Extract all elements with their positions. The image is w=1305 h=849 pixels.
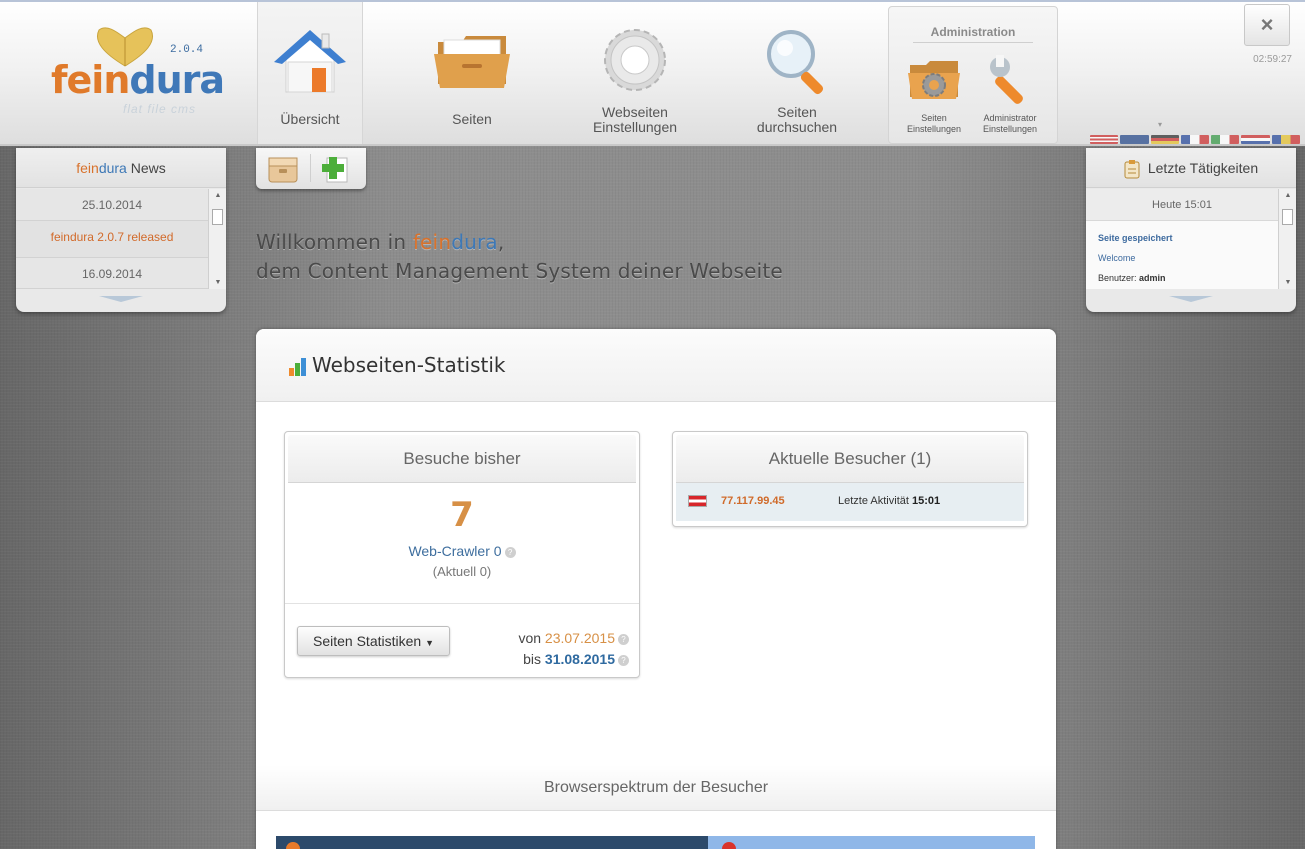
nav-seiten-durchsuchen[interactable]: Seiten durchsuchen <box>744 2 850 144</box>
web-crawler-count: Web-Crawler 0? <box>285 543 639 559</box>
activity-date: Heute 15:01 <box>1086 189 1278 221</box>
statistics-card: Webseiten-Statistik Besuche bisher 7 Web… <box>256 329 1056 849</box>
visits-count: 7 <box>450 495 474 535</box>
visitor-row: 77.117.99.45 Letzte Aktivität 15:01 <box>676 483 1024 521</box>
current-count: (Aktuell 0) <box>432 564 492 579</box>
help-icon[interactable]: ? <box>504 546 516 558</box>
browser-spectrum-bar <box>276 836 1035 849</box>
news-expand[interactable] <box>16 290 226 312</box>
logo-version: 2.0.4 <box>170 44 204 56</box>
close-button[interactable]: × <box>1244 4 1290 46</box>
nav-label: Webseiten Einstellungen <box>592 104 678 135</box>
activities-title: Letzte Tätigkeiten <box>1147 160 1259 176</box>
welcome-text: Willkommen in feindura, dem Content Mana… <box>256 228 783 286</box>
activities-scrollbar[interactable]: ▲ ▼ <box>1278 189 1296 289</box>
current-visitors-box: Aktuelle Besucher (1) 77.117.99.45 Letzt… <box>672 431 1028 527</box>
date-to: 31.08.2015 <box>544 651 615 667</box>
expand-arrow-icon[interactable] <box>99 296 143 302</box>
visitor-last-activity: Letzte Aktivität 15:01 <box>838 495 941 507</box>
administration-title: Administration <box>913 25 1033 43</box>
flag-nl-icon[interactable] <box>1241 135 1270 144</box>
current-visitors-title: Aktuelle Besucher (1) <box>676 435 1024 483</box>
caret-down-icon: ▼ <box>425 638 434 648</box>
flag-de-icon[interactable] <box>1150 135 1179 144</box>
activity-action[interactable]: Seite gespeichert <box>1098 228 1266 248</box>
visitor-ip: 77.117.99.45 <box>721 495 785 507</box>
flag-it-icon[interactable] <box>1211 135 1240 144</box>
news-title: feindura News <box>16 148 226 188</box>
administration-box: Administration Seiten Einstellungen Admi… <box>888 6 1058 144</box>
news-date: 25.10.2014 <box>16 189 208 221</box>
wrench-icon <box>990 55 1023 104</box>
help-icon[interactable]: ? <box>618 654 629 666</box>
scroll-thumb[interactable] <box>212 209 223 225</box>
visits-title: Besuche bisher <box>288 435 636 483</box>
archive-box-icon[interactable] <box>266 152 300 184</box>
chrome-icon <box>722 842 736 849</box>
help-icon[interactable]: ? <box>618 633 629 645</box>
browser-segment-firefox <box>276 836 708 849</box>
admin-seiten-einstellungen[interactable]: Seiten Einstellungen <box>899 51 969 135</box>
nav-label: Übersicht <box>280 111 340 127</box>
activities-panel: Letzte Tätigkeiten Heute 15:01 Seite ges… <box>1086 148 1296 312</box>
activity-page-link[interactable]: Welcome <box>1098 248 1266 268</box>
flag-us-icon[interactable] <box>1090 135 1119 144</box>
flag-fr-icon[interactable] <box>1180 135 1210 144</box>
nav-uebersicht[interactable]: Übersicht <box>257 2 363 144</box>
nav-seiten[interactable]: Seiten <box>419 2 525 144</box>
add-page-icon[interactable] <box>318 152 352 184</box>
visits-box: Besuche bisher 7 Web-Crawler 0? (Aktuell… <box>284 431 640 678</box>
scroll-thumb[interactable] <box>1282 209 1293 225</box>
nav-webseiten-einstellungen[interactable]: Webseiten Einstellungen <box>582 2 688 144</box>
bar-chart-icon <box>289 358 306 376</box>
page-toolbar <box>256 148 366 189</box>
logo-tagline: flat file cms <box>123 102 197 116</box>
gear-icon <box>604 29 666 91</box>
activities-header: Letzte Tätigkeiten <box>1086 148 1296 188</box>
magnifier-icon <box>767 30 824 95</box>
logo-wordmark: feindura <box>51 58 225 102</box>
flag-ro-icon[interactable] <box>1271 135 1300 144</box>
language-flags <box>1090 135 1300 144</box>
statistics-title: Webseiten-Statistik <box>312 353 506 377</box>
flag-gb-icon[interactable] <box>1120 135 1149 144</box>
folder-gear-icon <box>908 61 960 99</box>
clipboard-icon <box>1124 160 1140 179</box>
news-list: 25.10.2014 feindura 2.0.7 released 16.09… <box>16 189 208 289</box>
activity-user: Benutzer: admin <box>1098 273 1166 283</box>
scroll-up-icon[interactable]: ▲ <box>209 192 227 199</box>
nav-label: Seiten durchsuchen <box>756 104 838 135</box>
news-date: 16.09.2014 <box>16 257 208 289</box>
browser-segment-chrome <box>708 836 1035 849</box>
language-caret-icon[interactable]: ▾ <box>1158 120 1162 129</box>
news-link[interactable]: feindura 2.0.7 released <box>16 221 208 257</box>
flag-at-icon <box>688 495 707 507</box>
welcome-line-2: dem Content Management System deiner Web… <box>256 259 783 283</box>
browser-spectrum-title: Browserspektrum der Besucher <box>256 765 1056 811</box>
news-panel: feindura News 25.10.2014 feindura 2.0.7 … <box>16 148 226 312</box>
feindura-logo[interactable]: 2.0.4 feindura flat file cms <box>45 24 225 124</box>
expand-arrow-icon[interactable] <box>1169 296 1213 302</box>
nav-label: Seiten <box>452 111 492 127</box>
scroll-down-icon[interactable]: ▼ <box>1279 279 1297 286</box>
welcome-line-1: Willkommen in feindura, <box>256 230 505 254</box>
home-icon <box>274 30 346 93</box>
statistics-header: Webseiten-Statistik <box>256 329 1056 402</box>
date-from: 23.07.2015 <box>544 630 615 646</box>
scroll-down-icon[interactable]: ▼ <box>209 279 227 286</box>
seiten-statistiken-button[interactable]: Seiten Statistiken ▼ <box>297 626 450 656</box>
top-header: 2.0.4 feindura flat file cms Übersicht S… <box>0 0 1305 146</box>
scroll-up-icon[interactable]: ▲ <box>1279 192 1297 199</box>
folder-icon <box>434 36 510 88</box>
toolbar-separator <box>310 154 311 182</box>
activities-expand[interactable] <box>1086 290 1296 312</box>
clock: 02:59:27 <box>1253 54 1292 65</box>
activities-list: Heute 15:01 Seite gespeichert Welcome Be… <box>1086 189 1278 289</box>
visits-footer: Seiten Statistiken ▼ von 23.07.2015? bis… <box>285 603 639 677</box>
firefox-icon <box>286 842 300 849</box>
news-scrollbar[interactable]: ▲ ▼ <box>208 189 226 289</box>
admin-administrator-einstellungen[interactable]: Administrator Einstellungen <box>975 51 1045 135</box>
date-range: von 23.07.2015? bis 31.08.2015? <box>518 628 629 670</box>
